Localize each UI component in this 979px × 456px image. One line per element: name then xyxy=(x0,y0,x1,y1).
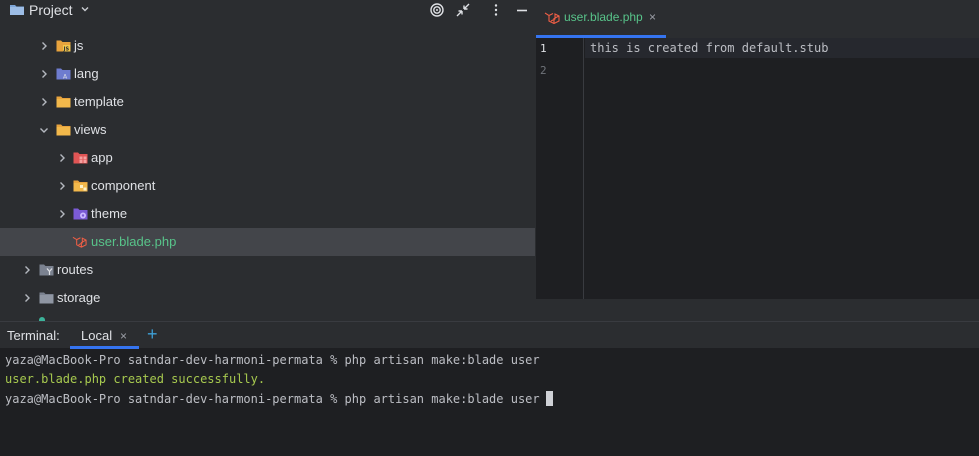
editor-tab-bar: user.blade.php × xyxy=(536,0,979,38)
tree-item-js[interactable]: JS js xyxy=(0,32,535,60)
folder-icon xyxy=(56,96,71,108)
tree-item-user-blade-php[interactable]: user.blade.php xyxy=(0,228,535,256)
chevron-right-icon[interactable] xyxy=(39,41,49,51)
js-folder-icon: JS xyxy=(56,40,71,52)
active-tab-indicator xyxy=(70,346,139,349)
tree-item-label: js xyxy=(74,38,84,53)
terminal-tool-window: Terminal: Local × + yaza@MacBook-Pro sat… xyxy=(0,321,979,456)
tree-item-label: template xyxy=(74,94,124,109)
tree-item-label: component xyxy=(91,178,156,193)
terminal-tab-local[interactable]: Local × xyxy=(70,322,139,349)
tree-item-component[interactable]: component xyxy=(0,172,535,200)
project-title[interactable]: Project xyxy=(29,2,73,18)
terminal-header: Terminal: Local × + xyxy=(0,321,979,349)
terminal-line: user.blade.php created successfully. xyxy=(5,372,266,386)
chevron-down-icon[interactable] xyxy=(39,125,49,135)
editor-tab-user-blade-php[interactable]: user.blade.php × xyxy=(536,0,666,38)
app-folder-icon xyxy=(73,152,88,164)
editor-bottom-strip xyxy=(536,299,979,321)
tree-item-app[interactable]: app xyxy=(0,144,535,172)
chevron-right-icon[interactable] xyxy=(22,265,32,275)
more-options-icon[interactable] xyxy=(488,2,504,18)
close-icon[interactable]: × xyxy=(649,10,656,24)
tree-item-label: user.blade.php xyxy=(91,234,177,249)
text-cursor xyxy=(545,391,553,406)
tree-item-theme[interactable]: theme xyxy=(0,200,535,228)
minimize-icon[interactable] xyxy=(514,2,530,18)
routes-folder-icon xyxy=(39,264,54,276)
code-line[interactable]: this is created from default.stub xyxy=(590,41,828,55)
tree-item-label: views xyxy=(74,122,107,137)
folder-open-icon xyxy=(56,124,71,136)
add-terminal-icon[interactable]: + xyxy=(147,324,158,345)
project-folder-icon xyxy=(10,5,24,15)
terminal-title: Terminal: xyxy=(7,328,60,343)
tree-item-lang[interactable]: A lang xyxy=(0,60,535,88)
project-header: Project xyxy=(0,0,535,22)
project-tool-window: Project JS js A lang template views app … xyxy=(0,0,535,321)
close-icon[interactable]: × xyxy=(120,329,127,343)
tree-item-label: lang xyxy=(74,66,99,81)
svg-text:JS: JS xyxy=(63,47,70,52)
terminal-tab-label: Local xyxy=(81,328,113,343)
terminal-line: yaza@MacBook-Pro satndar-dev-harmoni-per… xyxy=(5,392,540,406)
chevron-right-icon[interactable] xyxy=(39,97,49,107)
tree-item-label: theme xyxy=(91,206,128,221)
tree-item-label: app xyxy=(91,150,113,165)
lang-folder-icon: A xyxy=(56,68,71,80)
chevron-down-icon[interactable] xyxy=(79,3,91,15)
tree-item-routes[interactable]: routes xyxy=(0,256,535,284)
line-number: 2 xyxy=(540,64,547,77)
locate-target-icon[interactable] xyxy=(429,2,445,18)
tree-item-label: storage xyxy=(57,290,101,305)
folder-icon xyxy=(39,292,54,304)
chevron-right-icon[interactable] xyxy=(57,209,67,219)
line-number-gutter: 1 2 xyxy=(536,38,584,299)
chevron-right-icon[interactable] xyxy=(57,181,67,191)
tree-item-views[interactable]: views xyxy=(0,116,535,144)
chevron-right-icon[interactable] xyxy=(39,69,49,79)
tree-item-template[interactable]: template xyxy=(0,88,535,116)
laravel-file-icon xyxy=(544,12,560,24)
editor-pane: user.blade.php × 1 2 this is created fro… xyxy=(536,0,979,299)
collapse-all-icon[interactable] xyxy=(455,2,471,18)
chevron-right-icon[interactable] xyxy=(57,153,67,163)
theme-folder-icon xyxy=(73,208,88,220)
terminal-prompt-line[interactable]: yaza@MacBook-Pro satndar-dev-harmoni-per… xyxy=(5,391,553,406)
tree-item-label: routes xyxy=(57,262,94,277)
tree-item-storage[interactable]: storage xyxy=(0,284,535,312)
line-number: 1 xyxy=(540,42,547,55)
laravel-file-icon xyxy=(72,236,87,248)
chevron-right-icon[interactable] xyxy=(22,293,32,303)
editor-tab-label: user.blade.php xyxy=(564,10,643,24)
terminal-line: yaza@MacBook-Pro satndar-dev-harmoni-per… xyxy=(5,353,540,367)
component-folder-icon xyxy=(73,180,88,192)
